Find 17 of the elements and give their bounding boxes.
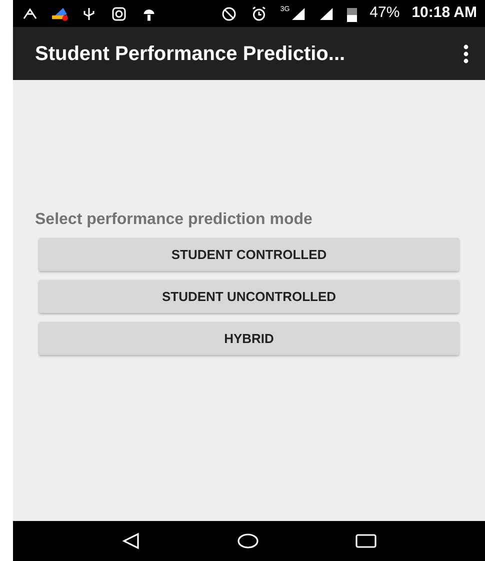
prompt-text: Select performance prediction mode bbox=[35, 210, 314, 230]
alarm-icon bbox=[250, 4, 268, 22]
mode-button[interactable]: STUDENT CONTROLLED bbox=[39, 238, 459, 271]
clock: 10:18 AM bbox=[412, 3, 477, 24]
recent-apps-icon[interactable] bbox=[355, 533, 377, 549]
battery-icon bbox=[346, 6, 358, 22]
signal-icon bbox=[318, 6, 334, 22]
camera-icon bbox=[110, 4, 128, 22]
signal-icon bbox=[290, 6, 306, 22]
app-title: Student Performance Predictio... bbox=[35, 42, 346, 66]
more-options-icon[interactable] bbox=[463, 44, 469, 64]
battery-percentage: 47% bbox=[370, 3, 400, 24]
back-icon[interactable] bbox=[121, 531, 141, 551]
do-not-disturb-icon bbox=[220, 4, 238, 22]
home-icon[interactable] bbox=[237, 533, 259, 549]
mode-button[interactable]: STUDENT UNCONTROLLED bbox=[39, 280, 459, 313]
mode-button[interactable]: HYBRID bbox=[39, 322, 459, 355]
